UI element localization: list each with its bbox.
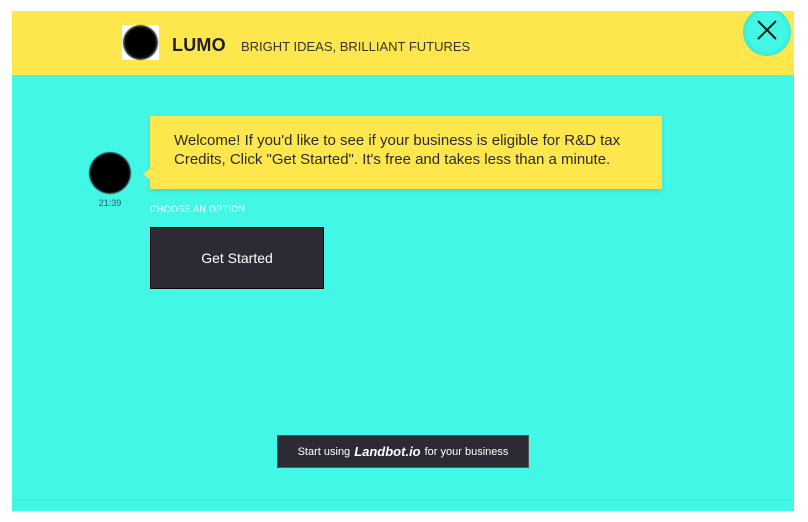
bot-avatar	[90, 153, 130, 193]
brand-logo	[122, 25, 159, 60]
divider	[12, 499, 794, 500]
chat-window: LUMO BRIGHT IDEAS, BRILLIANT FUTURES 21:…	[12, 11, 794, 511]
promo-suffix: for your business	[424, 445, 509, 458]
landbot-promo-button[interactable]: Start using Landbot.io for your business	[277, 435, 529, 468]
bot-message-bubble: Welcome! If you'd like to see if your bu…	[143, 116, 662, 189]
choose-option-label: CHOOSE AN OPTION	[150, 204, 246, 214]
promo-prefix: Start using	[297, 445, 351, 458]
message-timestamp: 21:39	[98, 198, 122, 208]
close-button[interactable]	[743, 11, 791, 56]
brand-name: LUMO	[172, 35, 226, 55]
header-bar: LUMO BRIGHT IDEAS, BRILLIANT FUTURES	[12, 11, 794, 75]
close-icon	[756, 19, 778, 46]
brand-tagline: BRIGHT IDEAS, BRILLIANT FUTURES	[241, 39, 471, 54]
get-started-button[interactable]: Get Started	[150, 227, 324, 289]
landbot-brand: Landbot.io	[354, 444, 421, 459]
